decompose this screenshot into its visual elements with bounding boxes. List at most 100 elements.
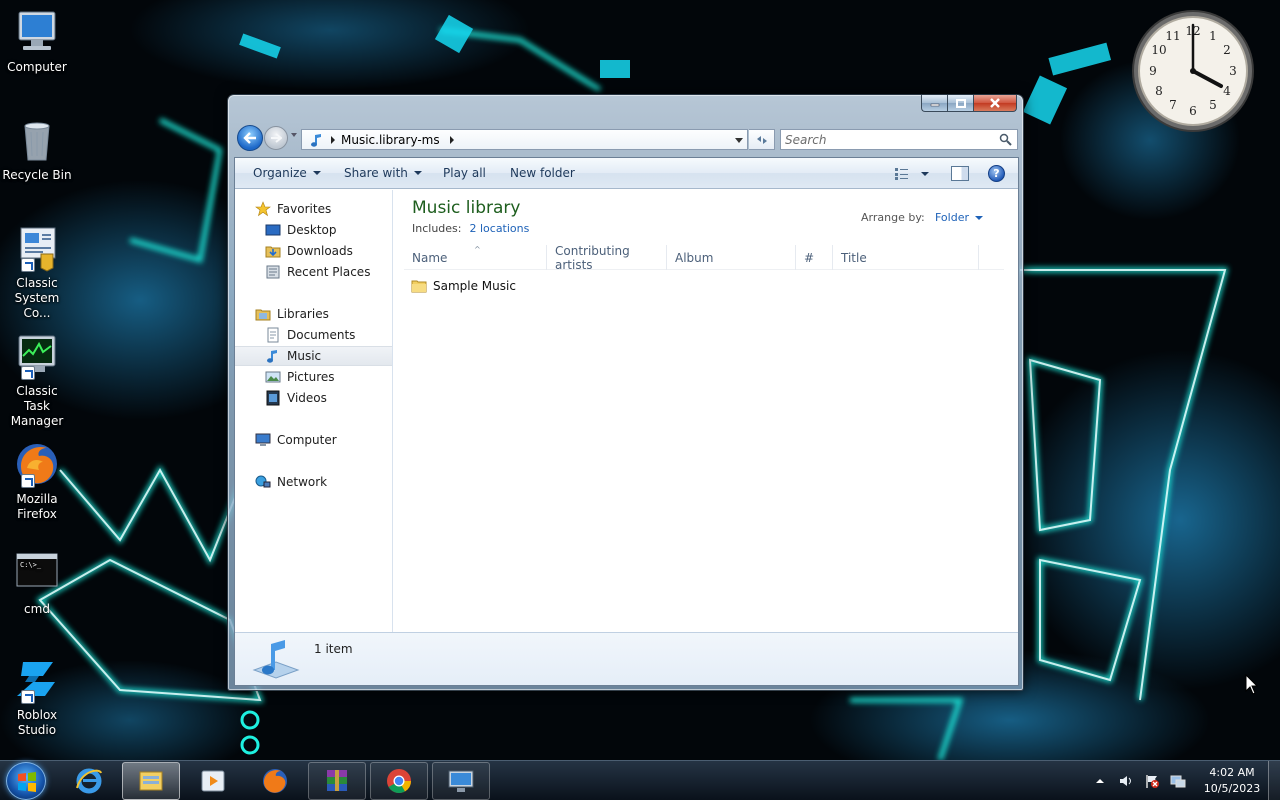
taskbar-chrome[interactable]	[370, 762, 428, 800]
back-button[interactable]	[237, 125, 263, 151]
address-path[interactable]: Music.library-ms	[341, 133, 440, 147]
address-bar[interactable]: Music.library-ms	[301, 129, 748, 150]
breadcrumb-separator-icon[interactable]	[449, 135, 454, 144]
nav-libraries[interactable]: Libraries	[235, 304, 392, 324]
network-status-icon[interactable]	[1170, 773, 1186, 789]
desktop-icon-label: Recycle Bin	[2, 168, 72, 182]
refresh-button[interactable]	[749, 129, 775, 150]
nav-videos[interactable]: Videos	[235, 388, 392, 408]
taskbar-clock[interactable]: 4:02 AM 10/5/2023	[1202, 765, 1262, 797]
mouse-cursor-icon	[1245, 674, 1259, 695]
file-list-item[interactable]: Sample Music	[411, 279, 516, 293]
clock-date: 10/5/2023	[1203, 782, 1261, 795]
chevron-down-icon	[312, 171, 321, 175]
arrange-by-dropdown[interactable]: Folder	[935, 211, 983, 224]
explorer-window[interactable]: Music.library-ms Search Organize Share w…	[227, 94, 1024, 691]
action-center-flag-icon[interactable]	[1144, 773, 1160, 789]
nav-favorites[interactable]: Favorites	[235, 199, 392, 219]
arrange-by-label: Arrange by:	[861, 211, 925, 224]
column-label: Album	[675, 250, 714, 265]
desktop-icon-roblox-studio[interactable]: Roblox Studio	[2, 656, 72, 738]
nav-label: Computer	[277, 433, 337, 447]
computer-icon	[255, 433, 271, 446]
desktop-icon	[265, 224, 281, 236]
file-name: Sample Music	[433, 279, 516, 293]
recent-pages-dropdown[interactable]	[291, 133, 297, 137]
show-hidden-icons-icon[interactable]	[1092, 773, 1108, 789]
column-contributing-artists[interactable]: Contributing artists	[547, 243, 667, 272]
desktop-icon-label: Roblox Studio	[16, 708, 58, 737]
column-label: Name	[412, 250, 448, 265]
breadcrumb-separator-icon[interactable]	[331, 135, 335, 144]
help-button[interactable]: ?	[988, 165, 1005, 182]
organize-button[interactable]: Organize	[253, 166, 321, 180]
taskbar-firefox[interactable]	[246, 762, 304, 800]
desktop-icon-cmd[interactable]: C:\>_ cmd	[2, 550, 72, 617]
clock-number: 8	[1155, 84, 1163, 98]
firefox-icon	[263, 769, 287, 793]
desktop-icon-recycle-bin[interactable]: Recycle Bin	[2, 116, 72, 183]
column-track-number[interactable]: #	[796, 245, 833, 270]
start-button[interactable]	[6, 762, 46, 800]
desktop-icon-mozilla-firefox[interactable]: Mozilla Firefox	[2, 440, 72, 522]
clock-time: 4:02 AM	[1209, 766, 1255, 779]
desktop-icon-label: cmd	[24, 602, 50, 616]
taskbar-windows-explorer[interactable]	[122, 762, 180, 800]
refresh-icon	[756, 135, 767, 144]
column-label: Contributing artists	[555, 243, 630, 272]
view-list-icon	[895, 168, 908, 180]
media-player-icon	[201, 770, 225, 792]
clock-number: 4	[1223, 84, 1231, 98]
library-title: Music library	[412, 198, 521, 218]
show-desktop-button[interactable]	[1268, 761, 1280, 800]
new-folder-label: New folder	[510, 166, 575, 180]
taskbar-winrar[interactable]	[308, 762, 366, 800]
column-name[interactable]: Name	[404, 245, 547, 270]
library-includes: Includes: 2 locations	[412, 222, 529, 235]
clock-number: 5	[1209, 98, 1217, 112]
music-library-icon	[311, 133, 321, 147]
organize-label: Organize	[253, 166, 307, 180]
maximize-button[interactable]	[947, 95, 973, 112]
nav-computer[interactable]: Computer	[235, 430, 392, 450]
file-list-pane[interactable]: Music library Includes: 2 locations Arran…	[394, 190, 1018, 632]
forward-button[interactable]	[264, 126, 288, 150]
clock-number: 1	[1209, 29, 1217, 43]
desktop-icon-classic-system-control[interactable]: Classic System Co...	[2, 224, 72, 321]
taskbar-remote-desktop[interactable]	[432, 762, 490, 800]
nav-recent-places[interactable]: Recent Places	[235, 262, 392, 282]
nav-pictures[interactable]: Pictures	[235, 367, 392, 387]
search-input[interactable]: Search	[780, 129, 1018, 150]
preview-pane-button[interactable]	[951, 166, 969, 181]
clock-number: 10	[1151, 43, 1166, 57]
cmd-icon-text: C:\>_	[20, 561, 42, 569]
nav-documents[interactable]: Documents	[235, 325, 392, 345]
clock-gadget[interactable]: 12 1 2 3 4 5 6 7 8 9 10 11	[1130, 8, 1256, 134]
play-all-button[interactable]: Play all	[443, 166, 486, 180]
taskbar-internet-explorer[interactable]	[60, 762, 118, 800]
close-button[interactable]	[973, 95, 1017, 112]
change-view-button[interactable]	[895, 166, 935, 182]
search-icon[interactable]	[999, 133, 1012, 146]
nav-desktop[interactable]: Desktop	[235, 220, 392, 240]
nav-downloads[interactable]: Downloads	[235, 241, 392, 261]
nav-music[interactable]: Music	[235, 346, 392, 366]
address-dropdown-icon[interactable]	[735, 138, 743, 143]
command-bar: Organize Share with Play all New folder …	[235, 158, 1018, 189]
share-with-button[interactable]: Share with	[344, 166, 422, 180]
taskbar-media-player[interactable]	[184, 762, 242, 800]
column-label: Title	[841, 250, 867, 265]
desktop-icon-classic-task-manager[interactable]: Classic Task Manager	[2, 332, 72, 429]
column-title[interactable]: Title	[833, 245, 979, 270]
new-folder-button[interactable]: New folder	[510, 166, 575, 180]
clock-number: 2	[1223, 43, 1231, 57]
nav-network[interactable]: Network	[235, 472, 392, 492]
volume-icon[interactable]	[1118, 773, 1134, 789]
desktop-icon-computer[interactable]: Computer	[2, 8, 72, 75]
pictures-icon	[265, 371, 281, 383]
library-locations-link[interactable]: 2 locations	[469, 222, 529, 235]
desktop-icon-label: Mozilla Firefox	[16, 492, 58, 521]
internet-explorer-icon	[76, 768, 102, 794]
minimize-button[interactable]	[921, 95, 947, 112]
column-album[interactable]: Album	[667, 245, 796, 270]
